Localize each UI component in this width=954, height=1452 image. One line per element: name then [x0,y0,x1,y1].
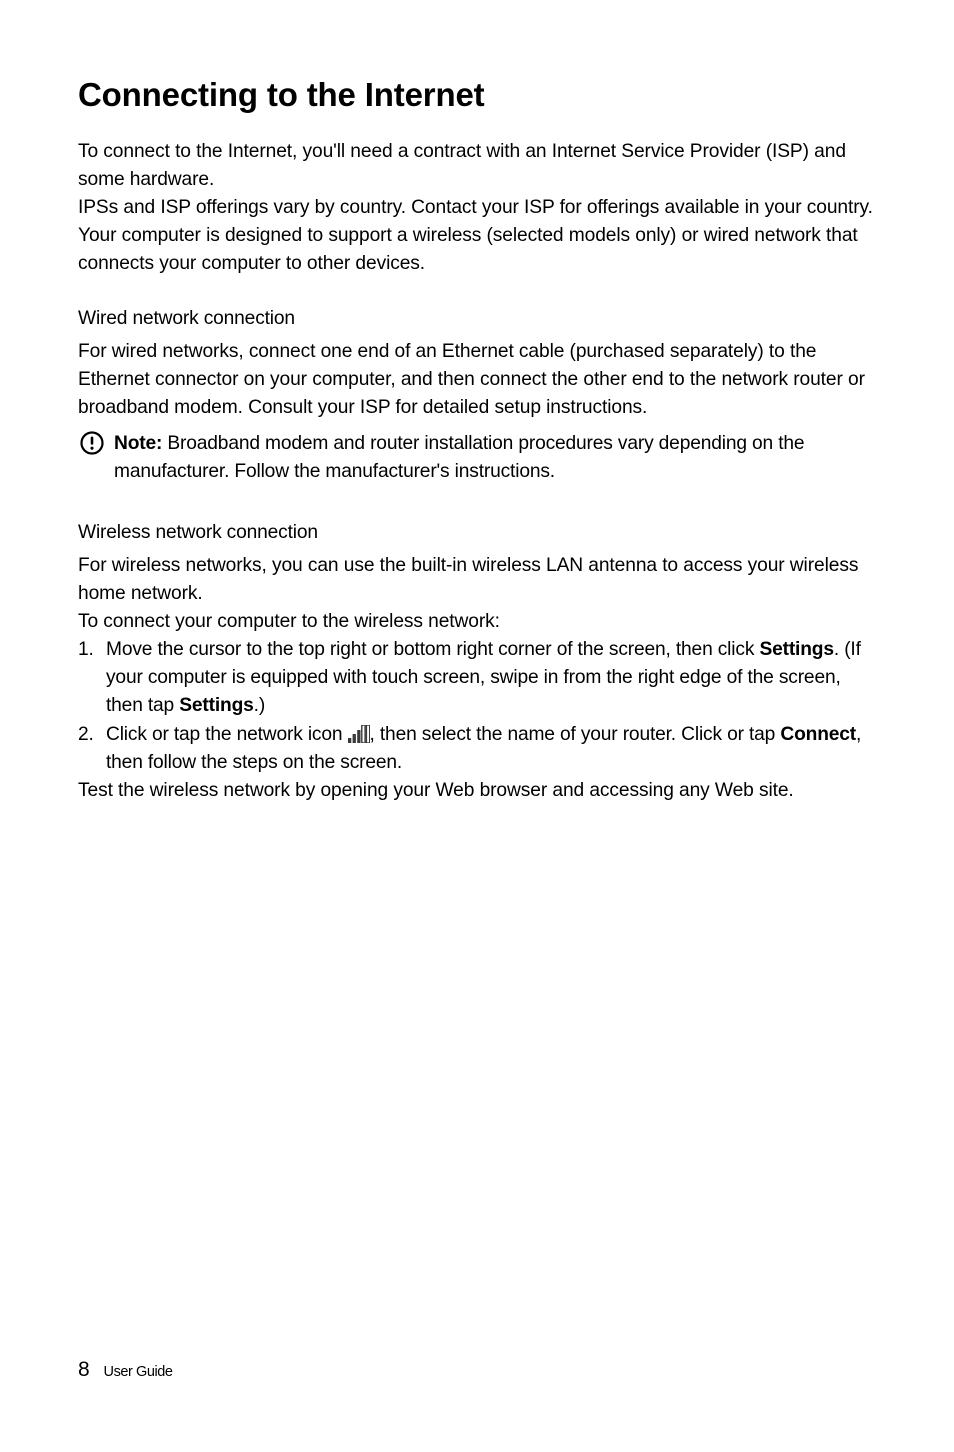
note-body: Broadband modem and router installation … [114,433,804,482]
intro-paragraph-1: To connect to the Internet, you'll need … [78,138,876,194]
step1-bold-2: Settings [179,695,253,716]
wired-heading: Wired network connection [78,308,876,330]
note-block: Note: Broadband modem and router install… [78,430,876,486]
wireless-steps: Move the cursor to the top right or bott… [78,636,876,776]
wireless-heading: Wireless network connection [78,522,876,544]
step2-bold: Connect [780,724,856,745]
page-heading: Connecting to the Internet [78,76,876,114]
wireless-paragraph-2: To connect your computer to the wireless… [78,608,876,636]
wireless-paragraph-3: Test the wireless network by opening you… [78,777,876,805]
network-signal-icon [348,724,370,742]
wired-paragraph: For wired networks, connect one end of a… [78,338,876,422]
step1-text-c: .) [254,695,265,716]
page-footer: 8 User Guide [78,1358,173,1382]
note-text: Note: Broadband modem and router install… [114,430,876,486]
intro-paragraph-3: Your computer is designed to support a w… [78,222,876,278]
wireless-paragraph-1: For wireless networks, you can use the b… [78,552,876,608]
footer-label: User Guide [104,1364,173,1380]
step2-text-a: Click or tap the network icon [106,724,348,745]
note-label: Note: [114,433,162,454]
page-number: 8 [78,1358,90,1381]
info-icon [80,431,104,455]
step-1: Move the cursor to the top right or bott… [78,636,876,720]
step1-text-a: Move the cursor to the top right or bott… [106,639,759,660]
step2-text-b: , then select the name of your router. C… [370,724,781,745]
step-2: Click or tap the network icon , then sel… [78,721,876,777]
intro-paragraph-2: IPSs and ISP offerings vary by country. … [78,194,876,222]
step1-bold-1: Settings [759,639,833,660]
